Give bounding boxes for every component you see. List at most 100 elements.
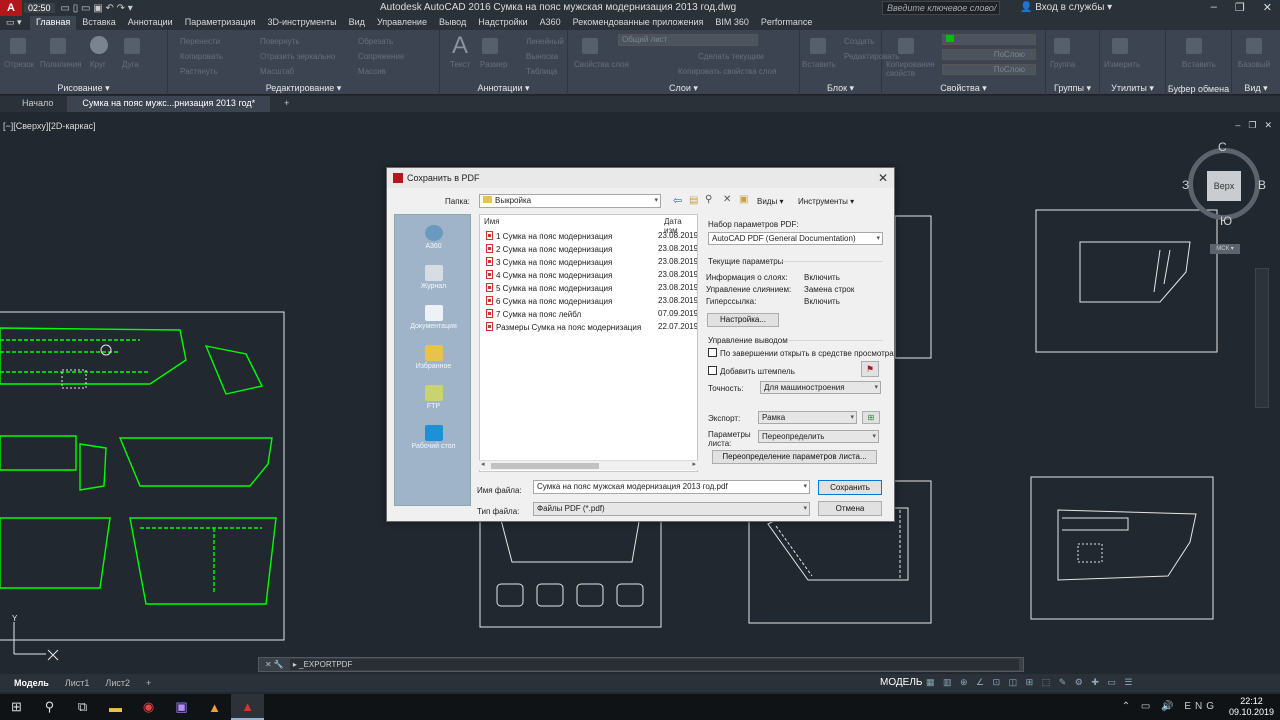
search-web-icon[interactable]: ⚲ (705, 194, 712, 205)
place-ftp[interactable]: FTP (395, 385, 472, 410)
pdf-preset-dropdown[interactable]: AutoCAD PDF (General Documentation) ▾ (708, 232, 883, 245)
panel-draw-label[interactable]: Рисование ▾ (0, 83, 167, 94)
array-tool[interactable]: Массив (358, 67, 386, 76)
setup-button[interactable]: Настройка... (707, 313, 779, 327)
maximize-icon[interactable]: ❐ (1235, 1, 1245, 14)
tab-bim360[interactable]: BIM 360 (709, 16, 755, 30)
mirror-tool[interactable]: Отразить зеркально (260, 52, 335, 61)
tab-parametric[interactable]: Параметризация (179, 16, 262, 30)
compass-south[interactable]: Ю (1220, 214, 1232, 228)
place-favorites[interactable]: Избранное (395, 345, 472, 370)
layout-tab-sheet1[interactable]: Лист1 (57, 677, 98, 689)
place-documents[interactable]: Документация (395, 305, 472, 330)
tab-current-drawing[interactable]: Сумка на пояс мужс...рнизация 2013 год* (68, 96, 271, 112)
chrome-icon[interactable]: ◉ (132, 694, 165, 720)
file-row[interactable]: 1 Сумка на пояс модернизация 23.08.2019 (486, 231, 697, 243)
premiere-icon[interactable]: ▣ (165, 694, 198, 720)
polyline-icon[interactable] (50, 38, 66, 54)
base-view-icon[interactable] (1246, 38, 1262, 54)
filename-input[interactable]: Сумка на пояс мужская модернизация 2013 … (533, 480, 810, 494)
status-toggles[interactable]: ▦ ▥ ⊕ ∠ ⊡ ◫ ⊞ ⬚ ✎ ⚙ ✚ ▭ ☰ (926, 677, 1135, 688)
autocad-logo-icon[interactable]: A (0, 0, 22, 16)
file-list[interactable]: Имя Дата изм 1 Сумка на пояс модернизаци… (479, 214, 698, 472)
tab-insert[interactable]: Вставка (76, 16, 121, 30)
panel-properties-label[interactable]: Свойства ▾ (882, 83, 1045, 94)
viewcube[interactable]: Верх С Ю З В МСК ▾ (1182, 140, 1266, 254)
group-icon[interactable] (1054, 38, 1070, 54)
tab-home[interactable]: Главная (30, 16, 77, 30)
windows-start-icon[interactable]: ⊞ (0, 694, 33, 720)
tab-3d-tools[interactable]: 3D-инструменты (261, 16, 342, 30)
precision-dropdown[interactable]: Для машиностроения ▾ (760, 381, 881, 394)
command-line-close-icon[interactable]: ✕ 🔧 (265, 660, 284, 669)
layer-properties-icon[interactable] (582, 38, 598, 54)
create-block-tool[interactable]: Создать (844, 37, 874, 46)
filetype-dropdown[interactable]: Файлы PDF (*.pdf) ▾ (533, 502, 810, 516)
scale-tool[interactable]: Масштаб (260, 67, 294, 76)
panel-clipboard-label[interactable]: Буфер обмена (1166, 84, 1231, 94)
linear-tool[interactable]: Линейный (526, 37, 564, 46)
tab-annotate[interactable]: Аннотации (122, 16, 179, 30)
up-folder-icon[interactable]: ▤ (689, 195, 698, 206)
sheet-params-dropdown[interactable]: Переопределить ▾ (758, 430, 879, 443)
tab-view[interactable]: Вид (343, 16, 371, 30)
rotate-tool[interactable]: Повернуть (260, 37, 300, 46)
file-explorer-icon[interactable]: ▬ (99, 694, 132, 720)
cancel-button[interactable]: Отмена (818, 501, 882, 516)
panel-view-label[interactable]: Вид ▾ (1232, 83, 1280, 94)
delete-icon[interactable]: ✕ (723, 194, 731, 205)
scrollbar-thumb[interactable] (491, 463, 599, 469)
compass-west[interactable]: З (1182, 178, 1189, 192)
make-current-tool[interactable]: Сделать текущим (698, 52, 764, 61)
measure-icon[interactable] (1112, 38, 1128, 54)
place-a360[interactable]: A360 (395, 225, 472, 250)
search-icon[interactable]: ⚲ (33, 694, 66, 720)
quick-access-toolbar[interactable]: ▭ ▯ ▭ ▣ ↶ ↷ ▾ (61, 3, 133, 14)
close-icon[interactable]: ✕ (1263, 1, 1272, 14)
scroll-right-icon[interactable]: ▸ (692, 460, 696, 468)
panel-layers-label[interactable]: Слои ▾ (568, 83, 799, 94)
match-layer-tool[interactable]: Копировать свойства слоя (678, 67, 776, 76)
navigation-bar[interactable] (1255, 268, 1269, 408)
tab-start[interactable]: Начало (0, 96, 69, 112)
arc-icon[interactable] (124, 38, 140, 54)
open-in-viewer-label[interactable]: По завершении открыть в средстве просмот… (720, 349, 894, 358)
select-window-icon[interactable]: ⊞ (862, 411, 880, 424)
panel-modify-label[interactable]: Редактирование ▾ (168, 83, 439, 94)
compass-north[interactable]: С (1218, 140, 1227, 154)
color-dropdown[interactable]: ▾ (942, 34, 1036, 45)
file-row[interactable]: Размеры Сумка на пояс модернизация 22.07.… (486, 322, 697, 334)
autocad-taskbar-icon[interactable]: ▲ (231, 694, 264, 720)
layout-tab-model[interactable]: Модель (6, 677, 57, 689)
override-sheet-params-button[interactable]: Переопределение параметров листа... (712, 450, 877, 464)
trim-tool[interactable]: Обрезать (358, 37, 393, 46)
paste-icon[interactable] (1186, 38, 1202, 54)
layout-tab-sheet2[interactable]: Лист2 (97, 677, 138, 689)
new-folder-icon[interactable]: ▣ (739, 194, 748, 205)
panel-groups-label[interactable]: Группы ▾ (1046, 83, 1099, 94)
open-in-viewer-checkbox[interactable] (708, 348, 717, 357)
copy-tool[interactable]: Копировать (180, 52, 223, 61)
match-properties-icon[interactable] (898, 38, 914, 54)
viewcube-face-top[interactable]: Верх (1207, 171, 1241, 201)
tab-addins[interactable]: Надстройки (472, 16, 533, 30)
file-row[interactable]: 5 Сумка на пояс модернизация 23.08.2019 (486, 283, 697, 295)
back-icon[interactable]: ⇦ (673, 194, 682, 207)
file-row[interactable]: 2 Сумка на пояс модернизация 23.08.2019 (486, 244, 697, 256)
layout-tab-add[interactable]: + (138, 677, 159, 689)
dialog-close-icon[interactable]: ✕ (878, 171, 888, 185)
file-row[interactable]: 4 Сумка на пояс модернизация 23.08.2019 (486, 270, 697, 282)
line-icon[interactable] (10, 38, 26, 54)
system-tray-icons[interactable]: ⌃ ▭ 🔊 ENG (1122, 701, 1218, 712)
circle-icon[interactable] (90, 36, 108, 54)
panel-annotation-label[interactable]: Аннотации ▾ (440, 83, 567, 94)
file-row[interactable]: 3 Сумка на пояс модернизация 23.08.2019 (486, 257, 697, 269)
stretch-tool[interactable]: Растянуть (180, 67, 218, 76)
scroll-left-icon[interactable]: ◂ (481, 460, 485, 468)
leader-tool[interactable]: Выноска (526, 52, 558, 61)
lineweight-dropdown[interactable]: ПоСлою ▾ (942, 49, 1036, 60)
task-view-icon[interactable]: ⧉ (66, 694, 99, 720)
compass-east[interactable]: В (1258, 178, 1266, 192)
insert-block-icon[interactable] (810, 38, 826, 54)
panel-utilities-label[interactable]: Утилиты ▾ (1100, 83, 1165, 94)
